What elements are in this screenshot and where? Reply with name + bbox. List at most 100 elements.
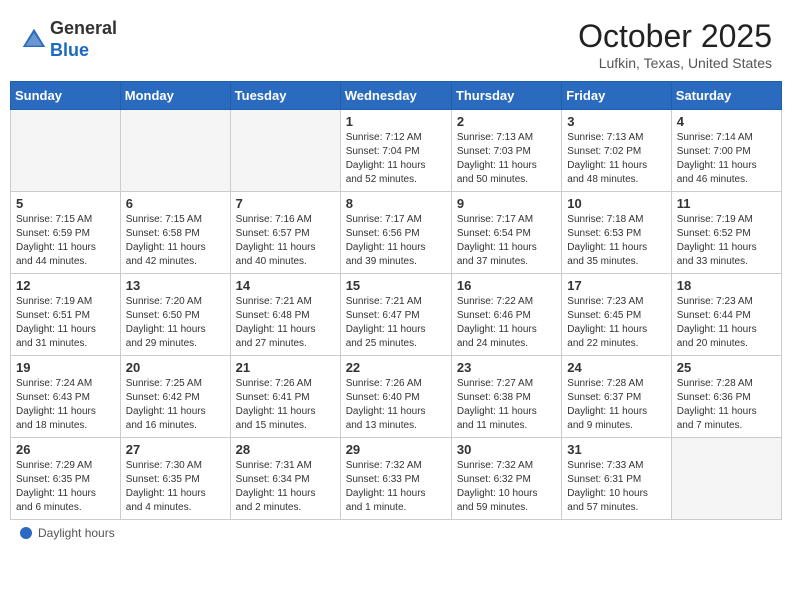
title-block: October 2025 Lufkin, Texas, United State… bbox=[578, 18, 772, 71]
day-number: 24 bbox=[567, 360, 665, 375]
day-number: 6 bbox=[126, 196, 225, 211]
calendar-day: 4 Sunrise: 7:14 AM Sunset: 7:00 PM Daylig… bbox=[671, 110, 781, 192]
day-info: Sunrise: 7:33 AM Sunset: 6:31 PM Dayligh… bbox=[567, 459, 665, 515]
day-number: 11 bbox=[677, 196, 776, 211]
calendar-day: 11 Sunrise: 7:19 AM Sunset: 6:52 PM Dayli… bbox=[671, 192, 781, 274]
day-info: Sunrise: 7:27 AM Sunset: 6:38 PM Dayligh… bbox=[457, 377, 556, 433]
calendar-day: 6Sunrise: 7:15 AM Sunset: 6:58 PM Daylig… bbox=[120, 192, 230, 274]
calendar-day: 21 Sunrise: 7:26 AM Sunset: 6:41 PM Dayli… bbox=[230, 356, 340, 438]
calendar-day: 17 Sunrise: 7:23 AM Sunset: 6:45 PM Dayli… bbox=[562, 274, 671, 356]
calendar-day: 26 Sunrise: 7:29 AM Sunset: 6:35 PM Dayli… bbox=[11, 438, 121, 520]
day-number: 17 bbox=[567, 278, 665, 293]
day-info: Sunrise: 7:13 AM Sunset: 7:03 PM Dayligh… bbox=[457, 131, 556, 187]
day-info: Sunrise: 7:18 AM Sunset: 6:53 PM Dayligh… bbox=[567, 213, 665, 269]
day-info: Sunrise: 7:17 AM Sunset: 6:54 PM Dayligh… bbox=[457, 213, 556, 269]
logo-icon bbox=[20, 26, 48, 54]
day-info: Sunrise: 7:14 AM Sunset: 7:00 PM Dayligh… bbox=[677, 131, 776, 187]
day-info: Sunrise: 7:23 AM Sunset: 6:44 PM Dayligh… bbox=[677, 295, 776, 351]
day-info: Sunrise: 7:17 AM Sunset: 6:56 PM Dayligh… bbox=[346, 213, 446, 269]
day-info: Sunrise: 7:24 AM Sunset: 6:43 PM Dayligh… bbox=[16, 377, 115, 433]
day-info: Sunrise: 7:15 AM Sunset: 6:59 PM Dayligh… bbox=[16, 213, 115, 269]
col-monday: Monday bbox=[120, 82, 230, 110]
logo: General Blue bbox=[20, 18, 117, 61]
day-number: 13 bbox=[126, 278, 225, 293]
calendar-day: 25Sunrise: 7:28 AM Sunset: 6:36 PM Dayli… bbox=[671, 356, 781, 438]
day-info: Sunrise: 7:21 AM Sunset: 6:47 PM Dayligh… bbox=[346, 295, 446, 351]
day-number: 10 bbox=[567, 196, 665, 211]
calendar-day: 23 Sunrise: 7:27 AM Sunset: 6:38 PM Dayli… bbox=[451, 356, 561, 438]
col-tuesday: Tuesday bbox=[230, 82, 340, 110]
day-info: Sunrise: 7:20 AM Sunset: 6:50 PM Dayligh… bbox=[126, 295, 225, 351]
calendar-day: 28Sunrise: 7:31 AM Sunset: 6:34 PM Dayli… bbox=[230, 438, 340, 520]
day-info: Sunrise: 7:22 AM Sunset: 6:46 PM Dayligh… bbox=[457, 295, 556, 351]
calendar-day: 18 Sunrise: 7:23 AM Sunset: 6:44 PM Dayli… bbox=[671, 274, 781, 356]
day-number: 12 bbox=[16, 278, 115, 293]
calendar-week-1: 1 Sunrise: 7:12 AM Sunset: 7:04 PM Daylig… bbox=[11, 110, 782, 192]
day-number: 22 bbox=[346, 360, 446, 375]
col-sunday: Sunday bbox=[11, 82, 121, 110]
calendar-day: 30Sunrise: 7:32 AM Sunset: 6:32 PM Dayli… bbox=[451, 438, 561, 520]
day-number: 23 bbox=[457, 360, 556, 375]
day-number: 4 bbox=[677, 114, 776, 129]
calendar-day bbox=[671, 438, 781, 520]
calendar-day bbox=[230, 110, 340, 192]
calendar-day: 7Sunrise: 7:16 AM Sunset: 6:57 PM Daylig… bbox=[230, 192, 340, 274]
calendar-day: 13 Sunrise: 7:20 AM Sunset: 6:50 PM Dayli… bbox=[120, 274, 230, 356]
day-number: 31 bbox=[567, 442, 665, 457]
day-info: Sunrise: 7:16 AM Sunset: 6:57 PM Dayligh… bbox=[236, 213, 335, 269]
day-info: Sunrise: 7:19 AM Sunset: 6:52 PM Dayligh… bbox=[677, 213, 776, 269]
day-number: 27 bbox=[126, 442, 225, 457]
footer: Daylight hours bbox=[10, 520, 782, 542]
day-info: Sunrise: 7:28 AM Sunset: 6:37 PM Dayligh… bbox=[567, 377, 665, 433]
day-number: 1 bbox=[346, 114, 446, 129]
day-number: 21 bbox=[236, 360, 335, 375]
calendar-week-3: 12Sunrise: 7:19 AM Sunset: 6:51 PM Dayli… bbox=[11, 274, 782, 356]
calendar-day: 24 Sunrise: 7:28 AM Sunset: 6:37 PM Dayli… bbox=[562, 356, 671, 438]
day-info: Sunrise: 7:31 AM Sunset: 6:34 PM Dayligh… bbox=[236, 459, 335, 515]
day-info: Sunrise: 7:26 AM Sunset: 6:41 PM Dayligh… bbox=[236, 377, 335, 433]
page-header: General Blue October 2025 Lufkin, Texas,… bbox=[10, 10, 782, 77]
calendar-header-row: Sunday Monday Tuesday Wednesday Thursday… bbox=[11, 82, 782, 110]
calendar-day: 16Sunrise: 7:22 AM Sunset: 6:46 PM Dayli… bbox=[451, 274, 561, 356]
day-number: 26 bbox=[16, 442, 115, 457]
day-number: 29 bbox=[346, 442, 446, 457]
calendar-week-2: 5Sunrise: 7:15 AM Sunset: 6:59 PM Daylig… bbox=[11, 192, 782, 274]
day-info: Sunrise: 7:23 AM Sunset: 6:45 PM Dayligh… bbox=[567, 295, 665, 351]
day-info: Sunrise: 7:21 AM Sunset: 6:48 PM Dayligh… bbox=[236, 295, 335, 351]
day-number: 3 bbox=[567, 114, 665, 129]
col-thursday: Thursday bbox=[451, 82, 561, 110]
col-saturday: Saturday bbox=[671, 82, 781, 110]
calendar-week-5: 26 Sunrise: 7:29 AM Sunset: 6:35 PM Dayli… bbox=[11, 438, 782, 520]
day-number: 2 bbox=[457, 114, 556, 129]
day-info: Sunrise: 7:29 AM Sunset: 6:35 PM Dayligh… bbox=[16, 459, 115, 515]
calendar-day: 22 Sunrise: 7:26 AM Sunset: 6:40 PM Dayli… bbox=[340, 356, 451, 438]
day-number: 19 bbox=[16, 360, 115, 375]
logo-text: General Blue bbox=[50, 18, 117, 61]
calendar-day: 14Sunrise: 7:21 AM Sunset: 6:48 PM Dayli… bbox=[230, 274, 340, 356]
day-info: Sunrise: 7:32 AM Sunset: 6:33 PM Dayligh… bbox=[346, 459, 446, 515]
day-number: 15 bbox=[346, 278, 446, 293]
col-wednesday: Wednesday bbox=[340, 82, 451, 110]
calendar-day: 1 Sunrise: 7:12 AM Sunset: 7:04 PM Daylig… bbox=[340, 110, 451, 192]
calendar-day: 3Sunrise: 7:13 AM Sunset: 7:02 PM Daylig… bbox=[562, 110, 671, 192]
calendar-day: 31 Sunrise: 7:33 AM Sunset: 6:31 PM Dayli… bbox=[562, 438, 671, 520]
calendar-day: 20 Sunrise: 7:25 AM Sunset: 6:42 PM Dayli… bbox=[120, 356, 230, 438]
daylight-dot bbox=[20, 527, 32, 539]
day-number: 18 bbox=[677, 278, 776, 293]
calendar-day bbox=[11, 110, 121, 192]
day-info: Sunrise: 7:25 AM Sunset: 6:42 PM Dayligh… bbox=[126, 377, 225, 433]
calendar-table: Sunday Monday Tuesday Wednesday Thursday… bbox=[10, 81, 782, 520]
day-info: Sunrise: 7:12 AM Sunset: 7:04 PM Dayligh… bbox=[346, 131, 446, 187]
daylight-label: Daylight hours bbox=[38, 526, 115, 540]
day-info: Sunrise: 7:26 AM Sunset: 6:40 PM Dayligh… bbox=[346, 377, 446, 433]
day-number: 20 bbox=[126, 360, 225, 375]
day-number: 8 bbox=[346, 196, 446, 211]
day-number: 25 bbox=[677, 360, 776, 375]
day-info: Sunrise: 7:30 AM Sunset: 6:35 PM Dayligh… bbox=[126, 459, 225, 515]
calendar-day: 29 Sunrise: 7:32 AM Sunset: 6:33 PM Dayli… bbox=[340, 438, 451, 520]
calendar-day bbox=[120, 110, 230, 192]
month-title: October 2025 bbox=[578, 18, 772, 55]
col-friday: Friday bbox=[562, 82, 671, 110]
calendar-day: 15 Sunrise: 7:21 AM Sunset: 6:47 PM Dayli… bbox=[340, 274, 451, 356]
calendar-day: 10 Sunrise: 7:18 AM Sunset: 6:53 PM Dayli… bbox=[562, 192, 671, 274]
